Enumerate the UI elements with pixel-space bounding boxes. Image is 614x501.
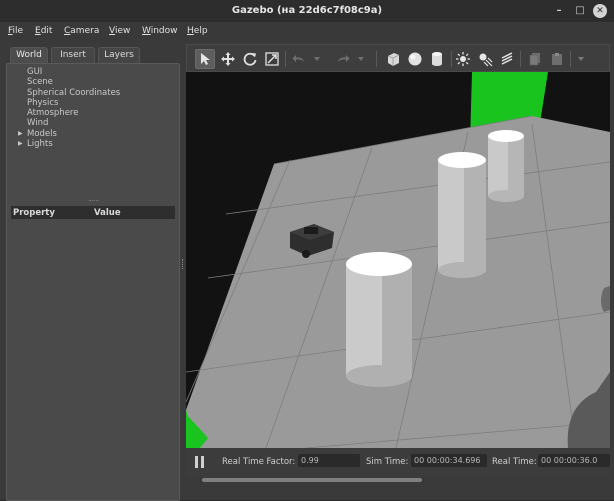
- tree-item-wind[interactable]: Wind: [7, 118, 179, 128]
- translate-icon[interactable]: [218, 49, 238, 69]
- tree-item-atmosphere[interactable]: Atmosphere: [7, 108, 179, 118]
- toolbar-separator: [520, 51, 521, 67]
- panel-tabs: World Insert Layers: [6, 44, 180, 64]
- tree-item-scene[interactable]: Scene: [7, 77, 179, 87]
- tree-item-spherical-coordinates[interactable]: Spherical Coordinates: [7, 88, 179, 98]
- window-title: Gazebo (на 22d6c7f08c9a): [231, 5, 383, 16]
- gazebo-window: Gazebo (на 22d6c7f08c9a) – □ ✕ File Edit…: [0, 0, 614, 501]
- horizontal-scrollbar[interactable]: [186, 476, 610, 484]
- toolbar-separator: [376, 51, 377, 67]
- redo-dropdown-icon[interactable]: [355, 49, 367, 69]
- real-time-factor-value: 0.99: [298, 454, 360, 467]
- real-time-label: Real Time:: [492, 457, 537, 467]
- cylinder-far: [488, 130, 524, 202]
- cylinder-icon[interactable]: [427, 49, 447, 69]
- panel-splitter[interactable]: [89, 200, 99, 202]
- menu-camera[interactable]: Camera: [64, 26, 99, 36]
- left-panel: World Insert Layers GUI Scene Spherical …: [6, 44, 180, 501]
- expand-arrow-icon[interactable]: ▶: [18, 139, 23, 149]
- tab-layers[interactable]: Layers: [98, 47, 140, 63]
- title-bar: Gazebo (на 22d6c7f08c9a) – □ ✕: [0, 0, 614, 22]
- cylinder-middle: [438, 152, 486, 278]
- menu-edit[interactable]: Edit: [35, 26, 52, 36]
- box-icon[interactable]: [383, 49, 403, 69]
- tree-item-gui[interactable]: GUI: [7, 67, 179, 77]
- real-time-factor-label: Real Time Factor:: [222, 457, 296, 467]
- menu-window[interactable]: Window: [142, 26, 178, 36]
- toolbar-separator: [451, 51, 452, 67]
- close-icon[interactable]: ✕: [593, 4, 607, 18]
- menu-bar: File Edit Camera View Window Help: [0, 22, 614, 42]
- point-light-icon[interactable]: [453, 49, 473, 69]
- tab-insert[interactable]: Insert: [51, 47, 95, 63]
- scene-viewport[interactable]: [186, 72, 610, 448]
- toolbar-overflow-icon[interactable]: [575, 49, 587, 69]
- real-time-value: 00 00:00:36.0: [538, 454, 610, 467]
- world-panel: GUI Scene Spherical Coordinates Physics …: [6, 63, 180, 501]
- property-table-header: Property Value: [11, 206, 175, 219]
- menu-help[interactable]: Help: [187, 26, 208, 36]
- render-panel: Real Time Factor: 0.99 Sim Time: 00 00:0…: [186, 44, 610, 494]
- scale-icon[interactable]: [262, 49, 282, 69]
- pause-icon[interactable]: [194, 455, 206, 469]
- maximize-icon[interactable]: □: [573, 4, 587, 18]
- select-arrow-icon[interactable]: [195, 49, 215, 69]
- rotate-icon[interactable]: [240, 49, 260, 69]
- paste-icon[interactable]: [547, 49, 567, 69]
- world-tree: GUI Scene Spherical Coordinates Physics …: [7, 67, 179, 149]
- sphere-icon[interactable]: [405, 49, 425, 69]
- tree-item-physics[interactable]: Physics: [7, 98, 179, 108]
- sim-time-value: 00 00:00:34.696: [411, 454, 487, 467]
- spot-light-icon[interactable]: [475, 49, 495, 69]
- tree-item-lights[interactable]: ▶ Lights: [7, 139, 179, 149]
- redo-icon[interactable]: [333, 49, 353, 69]
- status-bar: Real Time Factor: 0.99 Sim Time: 00 00:0…: [186, 448, 610, 476]
- menu-view[interactable]: View: [109, 26, 130, 36]
- scene-render: [186, 72, 610, 448]
- value-column-header[interactable]: Value: [94, 208, 121, 218]
- menu-file[interactable]: File: [8, 26, 23, 36]
- tab-world[interactable]: World: [10, 47, 48, 63]
- cylinder-near: [346, 252, 412, 387]
- splitter-grip[interactable]: [182, 259, 184, 269]
- minimize-icon[interactable]: –: [552, 4, 566, 18]
- sim-time-label: Sim Time:: [366, 457, 409, 467]
- undo-dropdown-icon[interactable]: [311, 49, 323, 69]
- toolbar-separator: [570, 51, 571, 67]
- copy-icon[interactable]: [525, 49, 545, 69]
- scrollbar-thumb[interactable]: [202, 478, 422, 482]
- undo-icon[interactable]: [289, 49, 309, 69]
- scene-toolbar: [186, 44, 610, 72]
- toolbar-separator: [285, 51, 286, 67]
- tree-item-models[interactable]: ▶ Models: [7, 129, 179, 139]
- expand-arrow-icon[interactable]: ▶: [18, 129, 23, 139]
- property-column-header[interactable]: Property: [13, 208, 55, 218]
- directional-light-icon[interactable]: [497, 49, 517, 69]
